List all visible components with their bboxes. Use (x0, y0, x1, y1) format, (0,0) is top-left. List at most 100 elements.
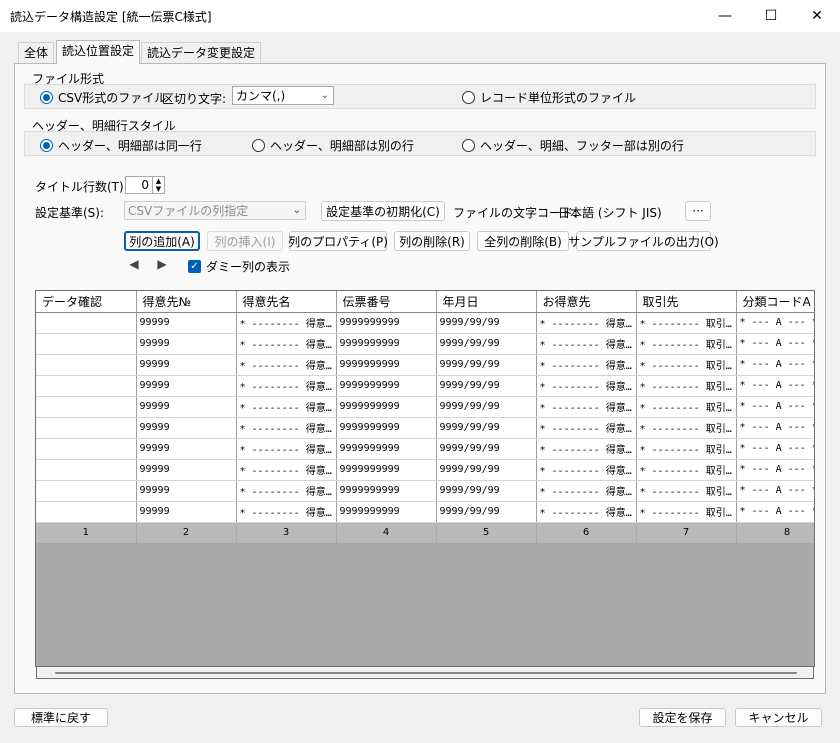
encoding-more-button[interactable]: ··· (685, 201, 711, 221)
grid-cell[interactable]: 9999/99/99 (436, 417, 537, 439)
grid-cell[interactable]: * -------- 得意… (236, 354, 337, 376)
radio-csv-format[interactable]: CSV形式のファイル (40, 89, 166, 106)
tab-data-conversion[interactable]: 読込データ変更設定 (141, 42, 262, 63)
column-header[interactable]: 分類コードA (736, 291, 814, 313)
spinner-up-icon[interactable]: ▲ (153, 177, 164, 185)
grid-cell[interactable]: * -------- 得意… (236, 459, 337, 481)
save-settings-button[interactable]: 設定を保存 (639, 708, 726, 727)
grid-cell[interactable]: * -------- 得意… (536, 396, 637, 418)
column-header[interactable]: 年月日 (436, 291, 537, 313)
grid-cell[interactable]: 99999 (136, 438, 237, 460)
grid-cell[interactable]: * -------- 取引… (636, 375, 737, 397)
grid-cell[interactable]: 9999999999 (336, 417, 437, 439)
column-grid[interactable]: データ確認 得意先№ 得意先名 伝票番号 年月日 お得意先 取引先 分類コードA 99999 *… (35, 290, 815, 667)
grid-cell[interactable]: * -------- 取引… (636, 312, 737, 334)
column-number[interactable]: 5 (436, 522, 537, 543)
reset-default-button[interactable]: 標準に戻す (14, 708, 108, 727)
column-number[interactable]: 3 (236, 522, 337, 543)
grid-cell[interactable]: * -------- 取引… (636, 501, 737, 523)
grid-cell[interactable]: 99999 (136, 417, 237, 439)
title-rows-spinner[interactable]: 0 ▲ ▼ (125, 176, 165, 194)
grid-cell[interactable] (36, 501, 137, 523)
grid-cell[interactable]: 9999/99/99 (436, 459, 537, 481)
radio-header-separate-row[interactable]: ヘッダー、明細部は別の行 (252, 137, 414, 154)
insert-column-button[interactable]: 列の挿入(I) (207, 231, 283, 251)
radio-header-same-row[interactable]: ヘッダー、明細部は同一行 (40, 137, 202, 154)
grid-cell[interactable]: * -------- 得意… (536, 438, 637, 460)
grid-cell[interactable]: 9999999999 (336, 375, 437, 397)
grid-cell[interactable]: 9999/99/99 (436, 396, 537, 418)
output-sample-button[interactable]: サンプルファイルの出力(O) (568, 231, 719, 251)
dummy-column-checkbox[interactable]: ✓ ダミー列の表示 (188, 258, 290, 275)
grid-cell[interactable]: * -------- 取引… (636, 480, 737, 502)
grid-cell[interactable]: 9999999999 (336, 501, 437, 523)
grid-cell[interactable]: * -------- 取引… (636, 438, 737, 460)
column-number[interactable]: 8 (736, 522, 814, 543)
grid-cell[interactable]: * -------- 得意… (236, 480, 337, 502)
column-header[interactable]: データ確認 (36, 291, 137, 313)
horizontal-scrollbar[interactable] (36, 667, 814, 679)
grid-cell[interactable]: * --- A --- * (736, 333, 814, 355)
tab-general[interactable]: 全体 (18, 42, 55, 63)
grid-cell[interactable]: * -------- 取引… (636, 333, 737, 355)
radio-record-format[interactable]: レコード単位形式のファイル (462, 89, 636, 106)
grid-cell[interactable]: * -------- 得意… (536, 312, 637, 334)
grid-cell[interactable]: * --- A --- * (736, 480, 814, 502)
column-number[interactable]: 1 (36, 522, 137, 543)
grid-cell[interactable]: 9999999999 (336, 480, 437, 502)
add-column-button[interactable]: 列の追加(A) (124, 231, 200, 251)
grid-cell[interactable]: 99999 (136, 396, 237, 418)
grid-cell[interactable] (36, 354, 137, 376)
column-header[interactable]: 伝票番号 (336, 291, 437, 313)
grid-cell[interactable]: * -------- 得意… (536, 417, 637, 439)
grid-cell[interactable]: * -------- 得意… (536, 459, 637, 481)
reset-basis-button[interactable]: 設定基準の初期化(C) (321, 201, 445, 221)
column-number[interactable]: 4 (336, 522, 437, 543)
grid-cell[interactable]: 9999/99/99 (436, 312, 537, 334)
grid-cell[interactable]: * -------- 得意… (236, 375, 337, 397)
minimize-button[interactable]: — (702, 0, 748, 32)
grid-cell[interactable]: * -------- 得意… (236, 501, 337, 523)
grid-cell[interactable]: 9999999999 (336, 438, 437, 460)
column-number[interactable]: 7 (636, 522, 737, 543)
grid-cell[interactable]: * --- A --- * (736, 312, 814, 334)
grid-cell[interactable]: * --- A --- * (736, 501, 814, 523)
maximize-button[interactable]: ☐ (748, 0, 794, 32)
grid-cell[interactable]: * -------- 取引… (636, 354, 737, 376)
grid-cell[interactable]: * -------- 得意… (536, 354, 637, 376)
grid-cell[interactable]: 9999999999 (336, 396, 437, 418)
move-right-icon[interactable]: ▶ (155, 257, 169, 271)
grid-cell[interactable]: 9999/99/99 (436, 438, 537, 460)
grid-cell[interactable]: 9999999999 (336, 354, 437, 376)
grid-cell[interactable] (36, 312, 137, 334)
column-header[interactable]: お得意先 (536, 291, 637, 313)
grid-cell[interactable] (36, 459, 137, 481)
tab-read-position[interactable]: 読込位置設定 (56, 40, 141, 64)
grid-cell[interactable]: 9999999999 (336, 312, 437, 334)
grid-cell[interactable]: * -------- 取引… (636, 417, 737, 439)
spinner-down-icon[interactable]: ▼ (153, 185, 164, 193)
grid-cell[interactable]: 99999 (136, 312, 237, 334)
grid-cell[interactable]: 9999999999 (336, 459, 437, 481)
grid-cell[interactable] (36, 480, 137, 502)
column-header[interactable]: 得意先名 (236, 291, 337, 313)
column-header[interactable]: 取引先 (636, 291, 737, 313)
grid-cell[interactable] (36, 438, 137, 460)
grid-cell[interactable]: * --- A --- * (736, 459, 814, 481)
grid-cell[interactable]: 9999/99/99 (436, 501, 537, 523)
grid-cell[interactable]: 9999999999 (336, 333, 437, 355)
grid-cell[interactable] (36, 333, 137, 355)
setting-basis-select[interactable]: CSVファイルの列指定 ⌄ (124, 201, 306, 220)
move-left-icon[interactable]: ◀ (127, 257, 141, 271)
grid-cell[interactable]: * --- A --- * (736, 375, 814, 397)
grid-cell[interactable]: * --- A --- * (736, 438, 814, 460)
close-button[interactable]: ✕ (794, 0, 840, 32)
grid-cell[interactable]: * -------- 得意… (236, 312, 337, 334)
grid-cell[interactable]: * -------- 得意… (236, 396, 337, 418)
grid-cell[interactable]: * -------- 得意… (236, 417, 337, 439)
delete-column-button[interactable]: 列の削除(R) (394, 231, 470, 251)
grid-cell[interactable]: * -------- 取引… (636, 396, 737, 418)
delete-all-columns-button[interactable]: 全列の削除(B) (477, 231, 569, 251)
cancel-button[interactable]: キャンセル (735, 708, 822, 727)
column-properties-button[interactable]: 列のプロパティ(P) (288, 231, 388, 251)
